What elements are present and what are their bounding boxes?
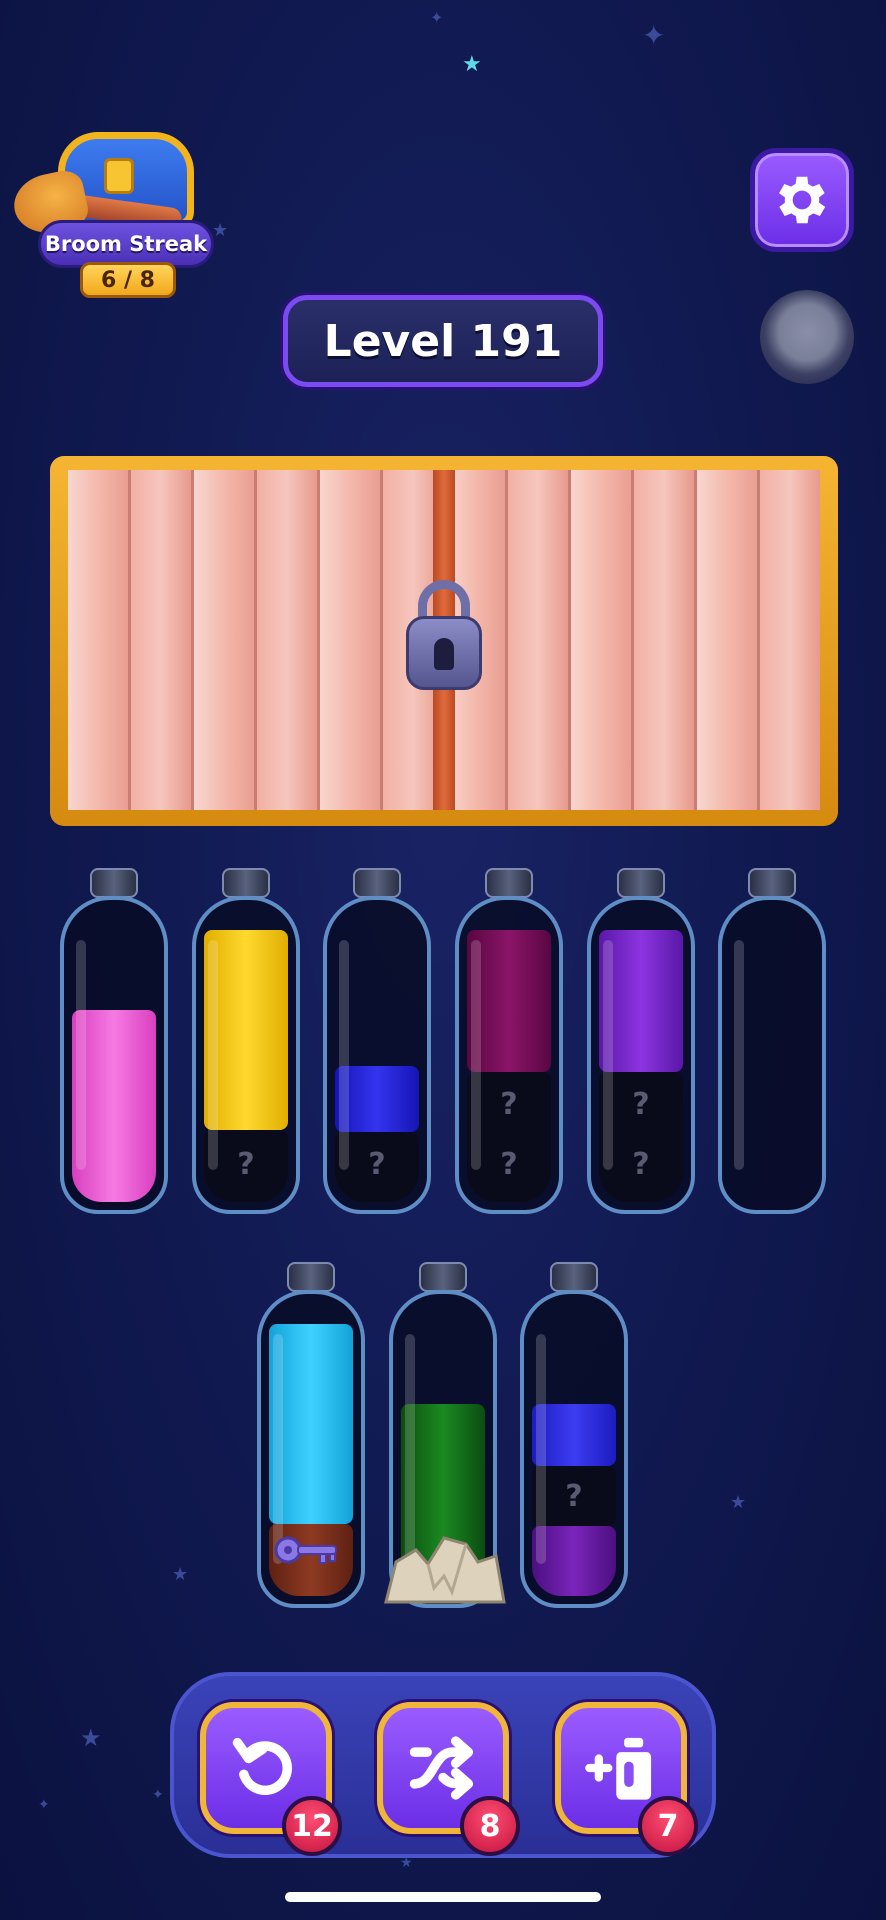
crate-planks (68, 470, 821, 810)
streak-label: Broom Streak (38, 220, 214, 268)
level-title: Level 191 (283, 295, 603, 387)
star-decoration: ★ (80, 1724, 102, 1752)
plank (571, 470, 635, 810)
tube-glass (60, 896, 168, 1214)
locked-crate[interactable] (50, 456, 838, 826)
shuffle-count-badge: 8 (460, 1796, 520, 1856)
star-decoration: ★ (400, 1855, 413, 1871)
tube-3[interactable]: ? (323, 868, 431, 1214)
plank (193, 470, 257, 810)
star-decoration: ★ (730, 1492, 747, 1513)
undo-icon (232, 1737, 292, 1795)
tube-neck (419, 1262, 467, 1292)
star-decoration: ✦ (38, 1797, 50, 1813)
tube-neck (90, 868, 138, 898)
tube-glass: ? (323, 896, 431, 1214)
plank (634, 470, 698, 810)
undo-count-badge: 12 (282, 1796, 342, 1856)
tube-glass: ? ? (455, 896, 563, 1214)
tube-5[interactable]: ? ? (587, 868, 695, 1214)
chest-lock-icon (104, 158, 134, 194)
liquid-layer-pink (72, 1010, 156, 1202)
tube-6-empty[interactable] (718, 868, 826, 1214)
star-decoration: ✦ (152, 1787, 164, 1803)
liquid-layer-yellow (204, 930, 288, 1130)
hidden-layer-mark: ? (500, 1147, 518, 1182)
round-toggle-button[interactable] (760, 290, 854, 384)
plank (697, 470, 761, 810)
tube-neck (617, 868, 665, 898)
hidden-layer-mark: ? (632, 1147, 650, 1182)
tube-neck (748, 868, 796, 898)
padlock-icon (406, 580, 482, 690)
liquid-layer-blue (335, 1066, 419, 1132)
tube-neck (222, 868, 270, 898)
plank (130, 470, 194, 810)
gear-icon (779, 176, 826, 224)
tube-neck (485, 868, 533, 898)
hidden-layer-mark: ? (632, 1087, 650, 1122)
star-decoration: ✦ (642, 19, 666, 52)
tube-glass (718, 896, 826, 1214)
streak-count: 6 / 8 (80, 262, 176, 298)
liquid-layer-plum (467, 930, 551, 1072)
key-icon (274, 1536, 337, 1564)
star-decoration: ★ (462, 52, 482, 77)
hidden-layer-mark: ? (368, 1147, 386, 1182)
settings-button[interactable] (750, 148, 854, 252)
plank (256, 470, 320, 810)
tube-neck (353, 868, 401, 898)
tube-9[interactable]: ? (520, 1262, 628, 1608)
add-tube-icon (585, 1737, 652, 1800)
plank (68, 470, 131, 810)
hidden-layer-mark: ? (237, 1147, 255, 1182)
hidden-layer-mark: ? (565, 1479, 583, 1514)
plank (319, 470, 383, 810)
star-decoration: ✦ (430, 8, 444, 27)
hidden-layer-mark: ? (500, 1087, 518, 1122)
tube-4[interactable]: ? ? (455, 868, 563, 1214)
liquid-layer-blue (532, 1404, 616, 1466)
tube-glass: ? (520, 1290, 628, 1608)
tube-glass: ? ? (587, 896, 695, 1214)
tube-neck (287, 1262, 335, 1292)
add-tube-count-badge: 7 (638, 1796, 698, 1856)
liquid-layer-cyan (269, 1324, 353, 1524)
tube-2[interactable]: ? (192, 868, 300, 1214)
home-indicator[interactable] (285, 1892, 601, 1902)
star-decoration: ★ (172, 1564, 189, 1585)
liquid-layer-violet (532, 1526, 616, 1596)
tube-neck (550, 1262, 598, 1292)
tube-1[interactable] (60, 868, 168, 1214)
plank (760, 470, 821, 810)
plank (508, 470, 572, 810)
broom-streak-badge[interactable]: Broom Streak 6 / 8 (8, 118, 222, 303)
rock-icon (384, 1536, 506, 1604)
shuffle-icon (409, 1736, 474, 1800)
liquid-layer-purple (599, 930, 683, 1072)
tube-glass: ? (192, 896, 300, 1214)
